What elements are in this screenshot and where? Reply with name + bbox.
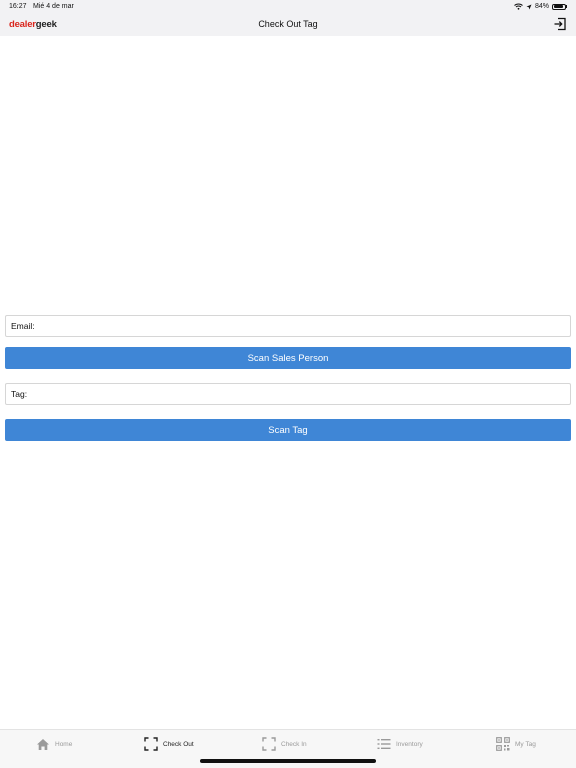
tab-home-label: Home [55,740,73,748]
email-input[interactable] [37,316,570,336]
tab-home[interactable]: Home [36,736,72,752]
page-title: Check Out Tag [258,19,318,29]
tag-label: Tag: [11,389,28,399]
tab-check-out-label: Check Out [163,740,194,748]
location-arrow-icon [526,4,532,9]
tab-my-tag[interactable]: My Tag [496,736,536,752]
scan-sales-person-button[interactable]: Scan Sales Person [5,347,571,369]
logout-icon [554,17,566,31]
email-label: Email: [11,321,35,331]
status-date: Mié 4 de mar [33,3,74,10]
tag-field[interactable]: Tag: [5,383,571,405]
tab-check-in[interactable]: Check In [262,736,307,752]
status-indicators: 84% [514,3,567,10]
email-field[interactable]: Email: [5,315,571,337]
battery-icon [552,3,567,10]
tab-inventory[interactable]: Inventory [377,736,423,752]
home-icon [37,738,49,750]
scan-tag-button[interactable]: Scan Tag [5,419,571,441]
status-bar: 16:27 Mié 4 de mar 84% [0,0,576,14]
battery-fill [553,5,563,8]
home-indicator [200,759,376,763]
battery-percent: 84% [534,3,549,10]
wifi-icon [514,3,523,10]
nav-bar: dealergeek Check Out Tag [0,14,576,36]
status-time: 16:27 [9,3,27,10]
qr-code-icon [496,737,510,751]
scan-frame-icon [262,737,276,751]
tab-my-tag-label: My Tag [515,740,536,748]
logout-button[interactable] [553,17,567,31]
tab-check-out[interactable]: Check Out [144,736,194,752]
tab-inventory-label: Inventory [396,740,423,748]
tab-check-in-label: Check In [281,740,307,748]
tag-input[interactable] [30,384,570,404]
scan-frame-icon [144,737,158,751]
list-icon [377,739,391,749]
